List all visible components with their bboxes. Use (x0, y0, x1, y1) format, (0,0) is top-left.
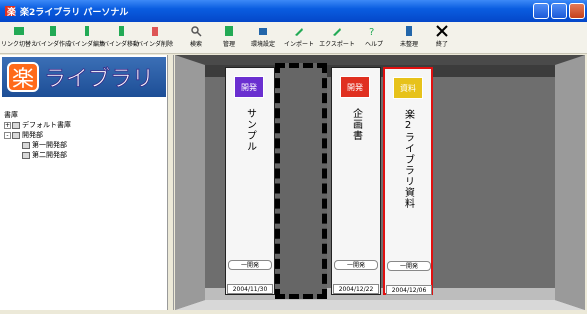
binder-sample[interactable]: 開発 サンプル 一開発 2004/11/30 (225, 67, 275, 295)
toolbar-settings-button[interactable]: 環境設定 (246, 24, 280, 52)
binder-badge: 開発 (234, 76, 264, 98)
binder-badge: 資料 (393, 77, 423, 99)
toolbar: リンク切替え バインダ作成 バインダ編集 バインダ移動 バインダ削除 検索 管理… (0, 22, 587, 54)
tree-item-dev-division[interactable]: - 開発部 (4, 130, 71, 140)
binder-delete-icon (152, 27, 158, 36)
window-title: 楽2ライブラリ パーソナル (20, 7, 129, 18)
binder-title: 企画書 (350, 108, 362, 141)
title-bar: 楽 楽2ライブラリ パーソナル (0, 0, 587, 22)
binder-date: 2004/11/30 (227, 284, 273, 294)
toolbar-binder-new-button[interactable]: バインダ作成 (35, 24, 71, 52)
bookshelf-icon (12, 121, 20, 129)
drop-target-placeholder[interactable] (275, 63, 327, 299)
toolbar-binder-delete-button[interactable]: バインダ削除 (137, 24, 173, 52)
library-tree-pane: 楽 ライブラリ 書庫 + デフォルト書庫 - 開発部 第一開発部 第二開発部 (0, 55, 168, 310)
bookshelf-icon (22, 151, 30, 159)
svg-text:楽: 楽 (12, 67, 34, 92)
exit-icon (436, 25, 448, 37)
binder-title: サンプル (244, 108, 256, 152)
svg-text:楽: 楽 (7, 6, 16, 17)
binder-library-docs[interactable]: 資料 楽2ライブラリ資料 一開発 2004/12/06 (383, 67, 433, 295)
tree-root[interactable]: 書庫 (4, 110, 71, 120)
svg-text:ライブラリ: ライブラリ (44, 67, 154, 92)
binder-date: 2004/12/22 (333, 284, 379, 294)
app-window: 楽 楽2ライブラリ パーソナル リンク切替え バインダ作成 バインダ編集 バイン… (0, 0, 587, 314)
toolbar-exit-button[interactable]: 終了 (432, 24, 452, 52)
svg-text:?: ? (369, 27, 374, 38)
binder-dept: 一開発 (334, 260, 378, 270)
unsorted-icon (406, 26, 412, 36)
search-icon (191, 26, 202, 37)
pane-splitter[interactable] (168, 55, 174, 310)
maximize-button[interactable] (551, 3, 567, 19)
tree-item-default-library[interactable]: + デフォルト書庫 (4, 120, 71, 130)
binder-new-icon (50, 26, 56, 36)
help-icon: ? (369, 27, 374, 38)
toolbar-unsorted-button[interactable]: 未整理 (396, 24, 422, 52)
binder-planning[interactable]: 開発 企画書 一開発 2004/12/22 (331, 67, 381, 295)
binder-badge: 開発 (340, 76, 370, 98)
bookshelf-icon (22, 141, 30, 149)
toolbar-help-button[interactable]: ? ヘルプ (362, 24, 386, 52)
toolbar-binder-move-button[interactable]: バインダ移動 (103, 24, 139, 52)
library-tree: 書庫 + デフォルト書庫 - 開発部 第一開発部 第二開発部 (4, 110, 71, 160)
toolbar-import-button[interactable]: インポート (282, 24, 316, 52)
binder-dept: 一開発 (387, 261, 431, 271)
collapse-icon[interactable]: - (4, 131, 11, 139)
bookshelf-icon (12, 131, 20, 139)
toolbar-export-button[interactable]: エクスポート (318, 24, 356, 52)
app-icon: 楽 (5, 6, 16, 17)
export-icon (333, 28, 341, 36)
toolbar-search-button[interactable]: 検索 (185, 24, 207, 52)
binder-move-icon (119, 26, 124, 36)
bookshelf-view: 開発 サンプル 一開発 2004/11/30 開発 企画書 一開発 2004/1… (175, 55, 585, 310)
binder-title: 楽2ライブラリ資料 (402, 109, 414, 209)
close-button[interactable] (569, 3, 585, 19)
toolbar-link-switch-button[interactable]: リンク切替え (1, 24, 37, 52)
toolbar-manage-button[interactable]: 管理 (218, 24, 240, 52)
expand-icon[interactable]: + (4, 121, 11, 129)
tree-item-dev-dept-1[interactable]: 第一開発部 (4, 140, 71, 150)
binder-date: 2004/12/06 (386, 285, 432, 295)
app-logo: 楽 ライブラリ (2, 57, 166, 97)
minimize-button[interactable] (533, 3, 549, 19)
tree-item-dev-dept-2[interactable]: 第二開発部 (4, 150, 71, 160)
toolbar-binder-edit-button[interactable]: バインダ編集 (69, 24, 105, 52)
settings-icon (259, 28, 267, 35)
binder-edit-icon (85, 26, 89, 36)
link-icon (14, 27, 24, 35)
import-icon (295, 28, 303, 36)
binder-dept: 一開発 (228, 260, 272, 270)
manage-icon (225, 26, 233, 36)
logo-graphic: 楽 ライブラリ (7, 62, 154, 92)
